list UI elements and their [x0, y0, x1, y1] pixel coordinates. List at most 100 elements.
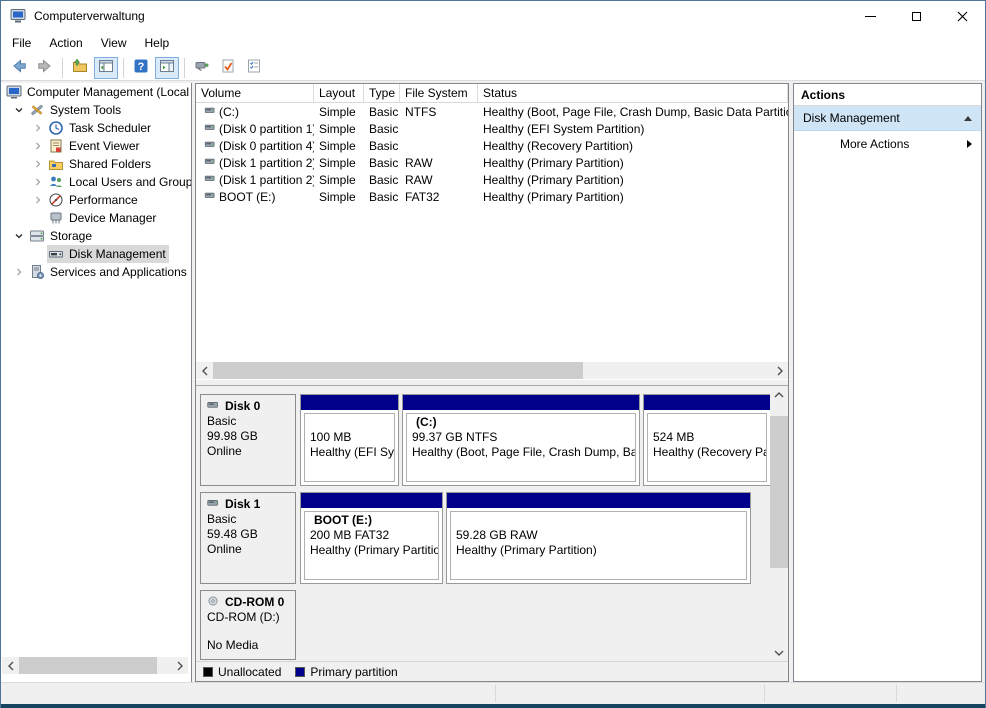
volume-row[interactable]: (Disk 0 partition 1)SimpleBasicHealthy (… — [196, 120, 788, 137]
disk-label-disk-1[interactable]: Disk 1Basic59.48 GBOnline — [200, 492, 296, 584]
tree-item-local-users-and-groups[interactable]: Local Users and Groups — [1, 173, 191, 191]
volume-row[interactable]: (Disk 0 partition 4)SimpleBasicHealthy (… — [196, 137, 788, 154]
disk-label-disk-0[interactable]: Disk 0Basic99.98 GBOnline — [200, 394, 296, 486]
disk-status: Online — [207, 542, 289, 557]
column-header-layout[interactable]: Layout — [314, 84, 364, 103]
tree-item-performance[interactable]: Performance — [1, 191, 191, 209]
chevron-right-icon[interactable] — [9, 263, 28, 281]
scroll-down-icon[interactable] — [770, 644, 787, 661]
disk-scroll-track[interactable] — [770, 403, 788, 644]
graphical-view: Disk 0Basic99.98 GBOnline100 MBHealthy (… — [196, 386, 788, 661]
menu-view[interactable]: View — [92, 33, 136, 53]
tree-horizontal-scrollbar[interactable] — [2, 657, 188, 674]
volume-row[interactable]: (Disk 1 partition 2)SimpleBasicRAWHealth… — [196, 171, 788, 188]
partition-block[interactable]: 59.28 GB RAWHealthy (Primary Partition) — [446, 492, 751, 584]
volume-name: (Disk 1 partition 2) — [219, 173, 314, 187]
column-header-file-system[interactable]: File System — [400, 84, 478, 103]
disk-status: No Media — [207, 638, 289, 653]
column-header-volume[interactable]: Volume — [196, 84, 314, 103]
chevron-right-icon[interactable] — [28, 119, 47, 137]
checklist-button[interactable] — [242, 57, 266, 79]
column-header-status[interactable]: Status — [478, 84, 788, 103]
console-tree-button[interactable] — [94, 57, 118, 79]
scroll-up-icon[interactable] — [770, 386, 787, 403]
tree-item-computer-management-local[interactable]: Computer Management (Local — [1, 83, 191, 101]
menu-help[interactable]: Help — [136, 33, 179, 53]
performance-icon — [48, 192, 64, 208]
partition-block[interactable]: (C:)99.37 GB NTFSHealthy (Boot, Page Fil… — [402, 394, 640, 486]
export-button[interactable] — [190, 57, 214, 79]
action-pane-icon — [159, 58, 175, 77]
disk-name-text: Disk 0 — [225, 399, 260, 413]
volume-disk-icon — [202, 139, 216, 153]
up-folder-button[interactable] — [68, 57, 92, 79]
tree-item-event-viewer[interactable]: Event Viewer — [1, 137, 191, 155]
menu-bar: FileActionViewHelp — [1, 31, 985, 55]
scroll-right-icon[interactable] — [171, 657, 188, 674]
chevron-right-icon[interactable] — [28, 137, 47, 155]
chevron-right-icon[interactable] — [28, 155, 47, 173]
tree-item-disk-management[interactable]: Disk Management — [1, 245, 191, 263]
more-actions-label: More Actions — [840, 137, 909, 151]
collapse-icon[interactable] — [964, 116, 972, 121]
tree-item-content: Services and Applications — [28, 263, 190, 281]
volume-scroll-thumb[interactable] — [213, 362, 583, 379]
forward-button[interactable] — [33, 57, 57, 79]
partitions: BOOT (E:)200 MB FAT32Healthy (Primary Pa… — [300, 492, 754, 584]
partition-info: 59.28 GB RAWHealthy (Primary Partition) — [450, 511, 747, 580]
tree-item-system-tools[interactable]: System Tools — [1, 101, 191, 119]
tree-scroll-track[interactable] — [19, 657, 171, 674]
chevron-down-icon[interactable] — [9, 227, 28, 245]
tree-item-storage[interactable]: Storage — [1, 227, 191, 245]
tree-item-shared-folders[interactable]: Shared Folders — [1, 155, 191, 173]
disk-vertical-scrollbar[interactable] — [770, 386, 788, 661]
cell-fs: RAW — [400, 156, 478, 170]
chevron-right-icon[interactable] — [28, 191, 47, 209]
window-bottom-border — [1, 704, 985, 708]
menu-file[interactable]: File — [3, 33, 40, 53]
volume-row[interactable]: (Disk 1 partition 2)SimpleBasicRAWHealth… — [196, 154, 788, 171]
back-button[interactable] — [7, 57, 31, 79]
actions-group-disk-management[interactable]: Disk Management — [794, 106, 981, 131]
tree-item-services-and-applications[interactable]: Services and Applications — [1, 263, 191, 281]
more-actions-item[interactable]: More Actions — [794, 131, 981, 156]
tree-item-device-manager[interactable]: Device Manager — [1, 209, 191, 227]
partition-block[interactable]: 100 MBHealthy (EFI Sys — [300, 394, 399, 486]
tree-item-label: Storage — [50, 229, 92, 243]
tree-item-content: Device Manager — [47, 209, 159, 227]
window-title: Computerverwaltung — [34, 9, 145, 23]
volume-horizontal-scrollbar[interactable] — [196, 362, 788, 379]
partition-block[interactable]: BOOT (E:)200 MB FAT32Healthy (Primary Pa… — [300, 492, 443, 584]
action-pane-button[interactable] — [155, 57, 179, 79]
disk-management-view: VolumeLayoutTypeFile SystemStatus (C:)Si… — [195, 83, 789, 682]
pane-splitter[interactable] — [196, 379, 788, 386]
disk-label-cd-rom-0[interactable]: CD-ROM 0CD-ROM (D:)No Media — [200, 590, 296, 660]
column-header-type[interactable]: Type — [364, 84, 400, 103]
partition-title — [653, 415, 761, 430]
scroll-right-icon[interactable] — [771, 362, 788, 379]
partition-color-bar — [301, 395, 398, 410]
disk-scroll-thumb[interactable] — [770, 416, 788, 568]
close-button[interactable] — [939, 1, 985, 31]
help-button[interactable]: ? — [129, 57, 153, 79]
tree-item-content: Storage — [28, 227, 95, 245]
volume-row[interactable]: (C:)SimpleBasicNTFSHealthy (Boot, Page F… — [196, 103, 788, 120]
partition-size: 99.37 GB NTFS — [412, 430, 630, 445]
cell-type: Basic — [364, 190, 400, 204]
tree-scroll-thumb[interactable] — [19, 657, 157, 674]
menu-action[interactable]: Action — [40, 33, 91, 53]
scroll-left-icon[interactable] — [2, 657, 19, 674]
check-doc-button[interactable] — [216, 57, 240, 79]
check-doc-icon — [220, 58, 236, 77]
volume-row[interactable]: BOOT (E:)SimpleBasicFAT32Healthy (Primar… — [196, 188, 788, 205]
chevron-down-icon[interactable] — [9, 101, 28, 119]
tree-item-task-scheduler[interactable]: Task Scheduler — [1, 119, 191, 137]
scroll-left-icon[interactable] — [196, 362, 213, 379]
volume-rows: (C:)SimpleBasicNTFSHealthy (Boot, Page F… — [196, 103, 788, 205]
volume-scroll-track[interactable] — [213, 362, 771, 379]
partition-block[interactable]: 524 MBHealthy (Recovery Par — [643, 394, 770, 486]
minimize-button[interactable] — [847, 1, 893, 31]
cell-volume: (Disk 1 partition 2) — [196, 173, 314, 187]
chevron-right-icon[interactable] — [28, 173, 47, 191]
maximize-button[interactable] — [893, 1, 939, 31]
